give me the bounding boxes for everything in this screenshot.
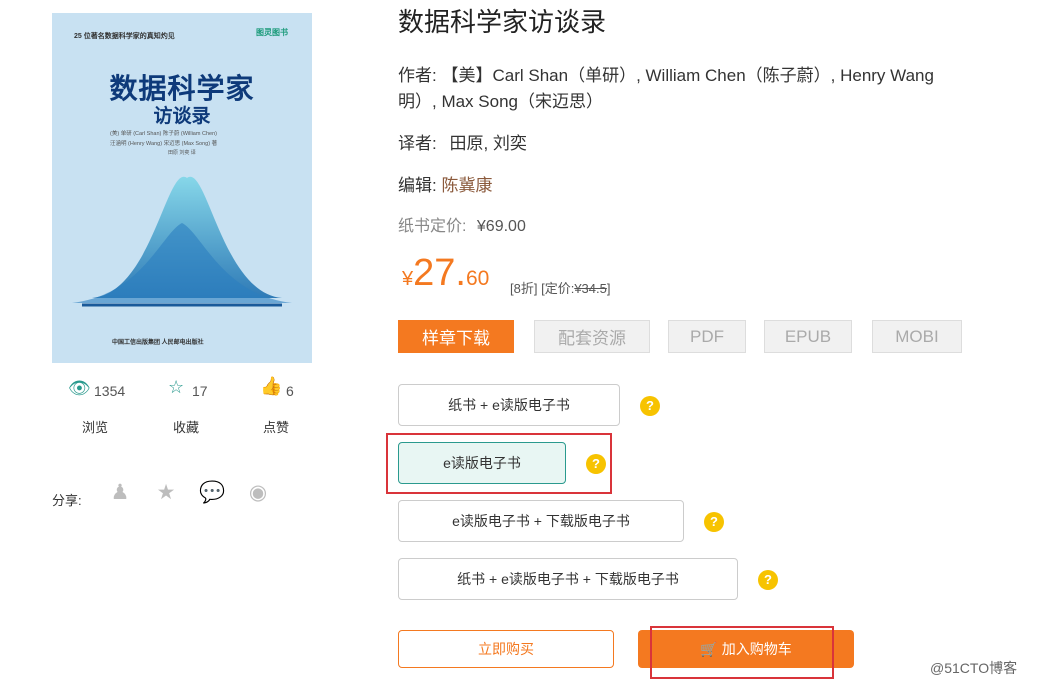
cover-tagline: 25 位著名数据科学家的真知灼见 [74, 33, 175, 40]
option-ebook-plus-download[interactable]: e读版电子书 + 下载版电子书 [398, 500, 684, 542]
like-label: 点赞 [263, 420, 290, 435]
favorite-label: 收藏 [173, 420, 200, 435]
price-currency: ¥ [402, 268, 414, 290]
editor-link[interactable]: 陈冀康 [441, 176, 492, 195]
highlight-box [650, 626, 834, 679]
cover-bell-curve-graphic [72, 176, 292, 307]
favorite-count: 17 [192, 383, 208, 399]
qq-icon[interactable]: ♟ [107, 480, 133, 506]
price-decimal: 60 [465, 267, 490, 290]
cover-authors-line1: (美) 单研 (Carl Shan) 陈子蔚 (William Chen) [110, 131, 217, 137]
author-row: 作者: 【美】Carl Shan（单研）, William Chen（陈子蔚）,… [398, 63, 934, 115]
list-price-label: 纸书定价: [398, 218, 467, 235]
share-label: 分享: [52, 493, 82, 508]
cover-authors: (美) 单研 (Carl Shan) 陈子蔚 (William Chen) 汪涵… [110, 129, 217, 149]
help-icon[interactable]: ? [640, 396, 660, 416]
translator-names: 田原, 刘奕 [449, 134, 527, 153]
watermark: @51CTO博客 [930, 660, 1018, 676]
view-label: 浏览 [82, 420, 109, 435]
price-integer: 27 [413, 252, 456, 294]
option-ebook[interactable]: e读版电子书 [398, 442, 566, 484]
book-title: 数据科学家访谈录 [398, 7, 607, 37]
price-dot: . [455, 252, 466, 294]
cover-authors-line2: 汪涵明 (Henry Wang) 宋迈思 (Max Song) 著 [110, 141, 218, 147]
thumbs-up-icon[interactable]: 👍 [260, 376, 282, 397]
cover-translators: 田原 刘奕 译 [168, 150, 196, 156]
translator-row: 译者: 田原, 刘奕 [398, 129, 527, 154]
cover-publisher-logo: 图灵图书 [256, 28, 288, 37]
book-cover: 25 位著名数据科学家的真知灼见 图灵图书 数据科学家 访谈录 (美) 单研 (… [52, 13, 312, 363]
pdf-button[interactable]: PDF [668, 320, 746, 353]
buy-now-button[interactable]: 立即购买 [398, 630, 614, 668]
cover-subtitle: 访谈录 [153, 106, 211, 127]
translator-label: 译者: [398, 134, 437, 153]
qzone-icon[interactable]: ★ [153, 480, 179, 506]
ebook-list-price: ¥34.5 [574, 281, 607, 296]
resources-button[interactable]: 配套资源 [534, 320, 650, 353]
mobi-button[interactable]: MOBI [872, 320, 962, 353]
list-price-row: 纸书定价: ¥69.00 [398, 212, 526, 236]
author-names-line1: 【美】Carl Shan（单研）, William Chen（陈子蔚）, Hen… [441, 66, 934, 85]
wechat-icon[interactable]: 💬 [199, 480, 225, 506]
option-paper-ebook-download[interactable]: 纸书 + e读版电子书 + 下载版电子书 [398, 558, 738, 600]
price-extra: [8折] [定价:¥34.5] [510, 278, 611, 297]
like-count: 6 [286, 383, 294, 399]
epub-button[interactable]: EPUB [764, 320, 852, 353]
list-price: ¥69.00 [476, 218, 526, 235]
discount-badge: [8折] [510, 281, 538, 296]
ebook-list-close: ] [606, 281, 611, 296]
view-count: 1354 [94, 383, 126, 399]
author-names-line2: 明）, Max Song（宋迈思） [398, 92, 603, 111]
help-icon[interactable]: ? [758, 570, 778, 590]
weibo-icon[interactable]: ◉ [245, 480, 271, 506]
author-label: 作者: [398, 66, 437, 85]
option-paper-plus-ebook[interactable]: 纸书 + e读版电子书 [398, 384, 620, 426]
eye-icon: 👁 [68, 378, 91, 398]
editor-label: 编辑: [398, 176, 437, 195]
help-icon[interactable]: ? [704, 512, 724, 532]
star-icon[interactable]: ☆ [168, 377, 184, 398]
sample-download-button[interactable]: 样章下载 [398, 320, 514, 353]
help-icon[interactable]: ? [586, 454, 606, 474]
current-price: ¥27.60 [402, 252, 489, 295]
editor-row: 编辑: 陈冀康 [398, 171, 492, 196]
cover-publishers: 中国工信出版集团 人民邮电出版社 [112, 340, 204, 346]
ebook-list-label: [定价: [541, 281, 575, 296]
